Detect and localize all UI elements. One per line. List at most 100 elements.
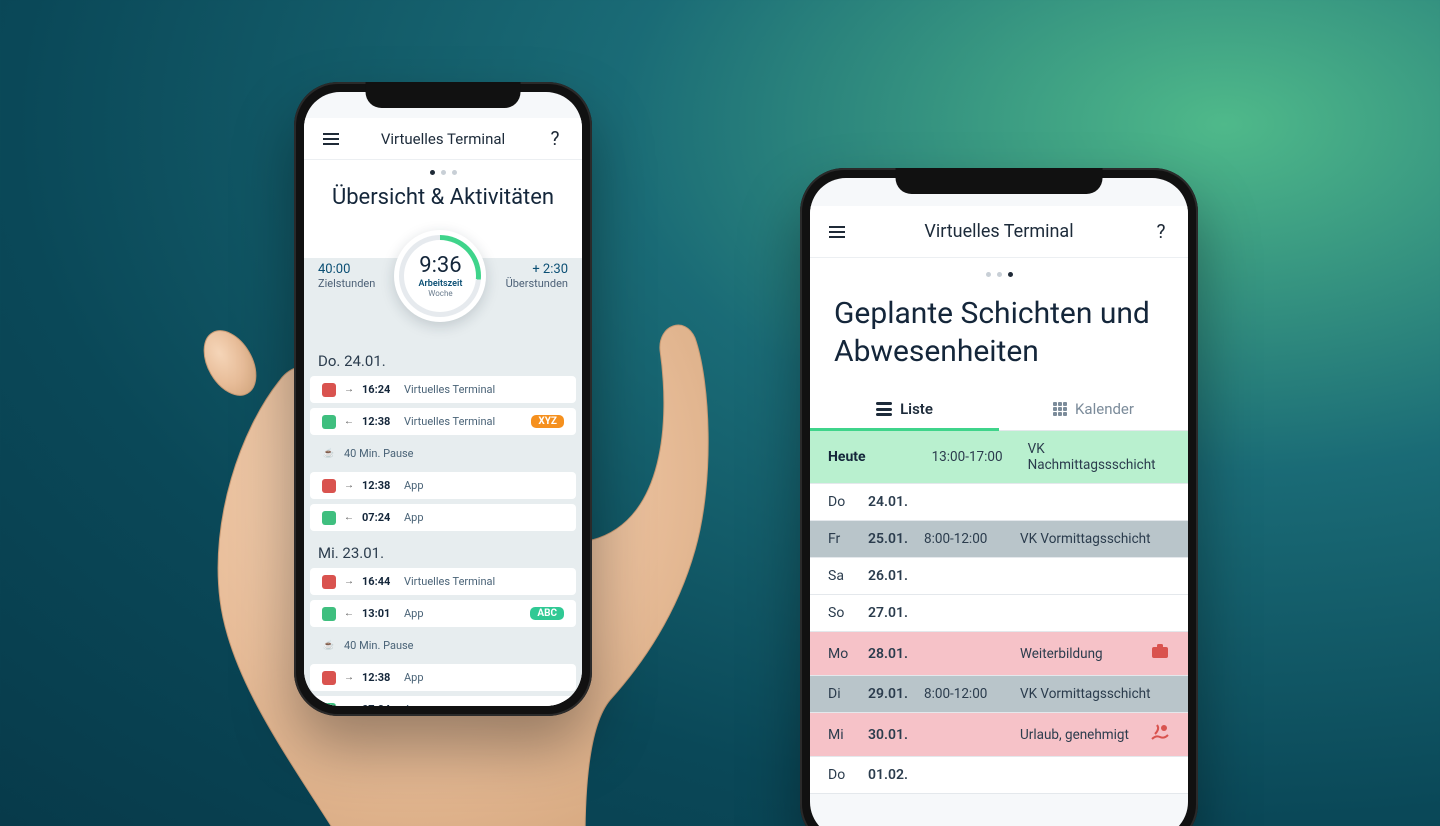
view-tabs: Liste Kalender <box>810 388 1188 431</box>
date: 25.01. <box>868 531 914 547</box>
date: 01.02. <box>868 767 914 783</box>
tag-pill: XYZ <box>531 415 564 428</box>
schedule-row[interactable]: So 27.01. <box>810 595 1188 632</box>
log-row[interactable]: ←13:01AppABC <box>310 600 576 627</box>
check-out-icon <box>322 479 336 493</box>
app-header: Virtuelles Terminal ? <box>810 206 1188 258</box>
log-time: 07:24 <box>362 703 396 706</box>
page-title: Übersicht & Aktivitäten <box>304 181 582 220</box>
tag-pill: ABC <box>530 607 564 620</box>
weekday: Mi <box>828 727 858 743</box>
shift-label: VK Vormittagsschicht <box>1020 531 1170 547</box>
tab-list[interactable]: Liste <box>810 388 999 430</box>
shift-label: VK Vormittagsschicht <box>1020 686 1170 702</box>
schedule-row[interactable]: Mo 28.01. Weiterbildung <box>810 632 1188 676</box>
list-icon <box>876 402 892 416</box>
log-row[interactable]: →12:38App <box>310 664 576 691</box>
time-range: 8:00-12:00 <box>924 531 1010 547</box>
log-time: 16:44 <box>362 575 396 588</box>
target-hours: 40:00 Zielstunden <box>318 262 375 290</box>
menu-button[interactable] <box>826 221 848 243</box>
header-title: Virtuelles Terminal <box>924 221 1073 242</box>
log-row[interactable]: ←07:24App <box>310 504 576 531</box>
log-time: 12:38 <box>362 415 396 428</box>
log-source: App <box>404 607 424 620</box>
menu-button[interactable] <box>320 128 342 150</box>
log-row[interactable]: ←07:24App <box>310 696 576 706</box>
work-time-clock[interactable]: 9:36 Arbeitszeit Woche <box>394 230 486 322</box>
date: 24.01. <box>868 494 914 510</box>
log-source: App <box>404 479 424 492</box>
date: 30.01. <box>868 727 914 743</box>
stats-row: 40:00 Zielstunden 9:36 Arbeitszeit Woche… <box>304 220 582 344</box>
schedule-row[interactable]: Fr 25.01. 8:00-12:00 VK Vormittagsschicht <box>810 521 1188 558</box>
log-time: 07:24 <box>362 511 396 524</box>
log-time: 12:38 <box>362 479 396 492</box>
day-header: Mi. 23.01. <box>304 536 582 568</box>
tab-calendar[interactable]: Kalender <box>999 388 1188 430</box>
log-source: App <box>404 703 424 706</box>
time-range: 8:00-12:00 <box>924 686 1010 702</box>
log-row[interactable]: →16:24Virtuelles Terminal <box>310 376 576 403</box>
overtime: + 2:30 Überstunden <box>506 262 568 290</box>
check-in-icon <box>322 607 336 621</box>
coffee-icon: ☕ <box>322 447 336 461</box>
log-time: 16:24 <box>362 383 396 396</box>
pager-dots <box>810 258 1188 285</box>
briefcase-icon <box>1150 642 1170 665</box>
log-source: App <box>404 511 424 524</box>
pause-row[interactable]: ☕40 Min. Pause <box>314 440 572 467</box>
schedule-row[interactable]: Sa 26.01. <box>810 558 1188 595</box>
weekday: So <box>828 605 858 621</box>
log-row[interactable]: →12:38App <box>310 472 576 499</box>
phone-notch <box>896 168 1103 194</box>
weekday: Di <box>828 686 858 702</box>
pager-dots <box>304 160 582 181</box>
check-in-icon <box>322 511 336 525</box>
check-in-icon <box>322 703 336 707</box>
weekday: Fr <box>828 531 858 547</box>
time-range: 13:00-17:00 <box>932 449 1018 465</box>
weekday: Mo <box>828 646 858 662</box>
date: 26.01. <box>868 568 914 584</box>
help-button[interactable]: ? <box>1150 221 1172 243</box>
schedule-row[interactable]: Do 24.01. <box>810 484 1188 521</box>
weekday: Do <box>828 494 858 510</box>
weekday: Sa <box>828 568 858 584</box>
weekday: Do <box>828 767 858 783</box>
phone-left: Virtuelles Terminal ? Übersicht & Aktivi… <box>294 82 592 716</box>
log-row[interactable]: →16:44Virtuelles Terminal <box>310 568 576 595</box>
help-button[interactable]: ? <box>544 128 566 150</box>
log-source: Virtuelles Terminal <box>404 383 495 396</box>
header-title: Virtuelles Terminal <box>381 130 505 148</box>
shift-label: Weiterbildung <box>1020 646 1140 662</box>
log-source: Virtuelles Terminal <box>404 415 495 428</box>
date: 29.01. <box>868 686 914 702</box>
check-out-icon <box>322 383 336 397</box>
log-row[interactable]: ←12:38Virtuelles TerminalXYZ <box>310 408 576 435</box>
pause-row[interactable]: ☕40 Min. Pause <box>314 632 572 659</box>
log-time: 12:38 <box>362 671 396 684</box>
beach-icon <box>1150 723 1170 746</box>
phone-notch <box>366 82 521 108</box>
page-title: Geplante Schichten und Abwesenheiten <box>810 285 1188 388</box>
coffee-icon: ☕ <box>322 639 336 653</box>
day-header: Do. 24.01. <box>304 344 582 376</box>
app-header: Virtuelles Terminal ? <box>304 118 582 160</box>
check-out-icon <box>322 671 336 685</box>
schedule-row[interactable]: Do 01.02. <box>810 757 1188 794</box>
schedule-row[interactable]: Di 29.01. 8:00-12:00 VK Vormittagsschicht <box>810 676 1188 713</box>
check-out-icon <box>322 575 336 589</box>
schedule-row[interactable]: Heute 13:00-17:00 VK Nachmittagssschicht <box>810 431 1188 484</box>
shift-label: Urlaub, genehmigt <box>1020 727 1140 743</box>
phone-right: Virtuelles Terminal ? Geplante Schichten… <box>800 168 1198 826</box>
weekday: Heute <box>828 449 866 465</box>
check-in-icon <box>322 415 336 429</box>
log-source: App <box>404 671 424 684</box>
log-time: 13:01 <box>362 607 396 620</box>
date: 28.01. <box>868 646 914 662</box>
log-source: Virtuelles Terminal <box>404 575 495 588</box>
date: 27.01. <box>868 605 914 621</box>
shift-label: VK Nachmittagssschicht <box>1028 441 1170 473</box>
schedule-row[interactable]: Mi 30.01. Urlaub, genehmigt <box>810 713 1188 757</box>
